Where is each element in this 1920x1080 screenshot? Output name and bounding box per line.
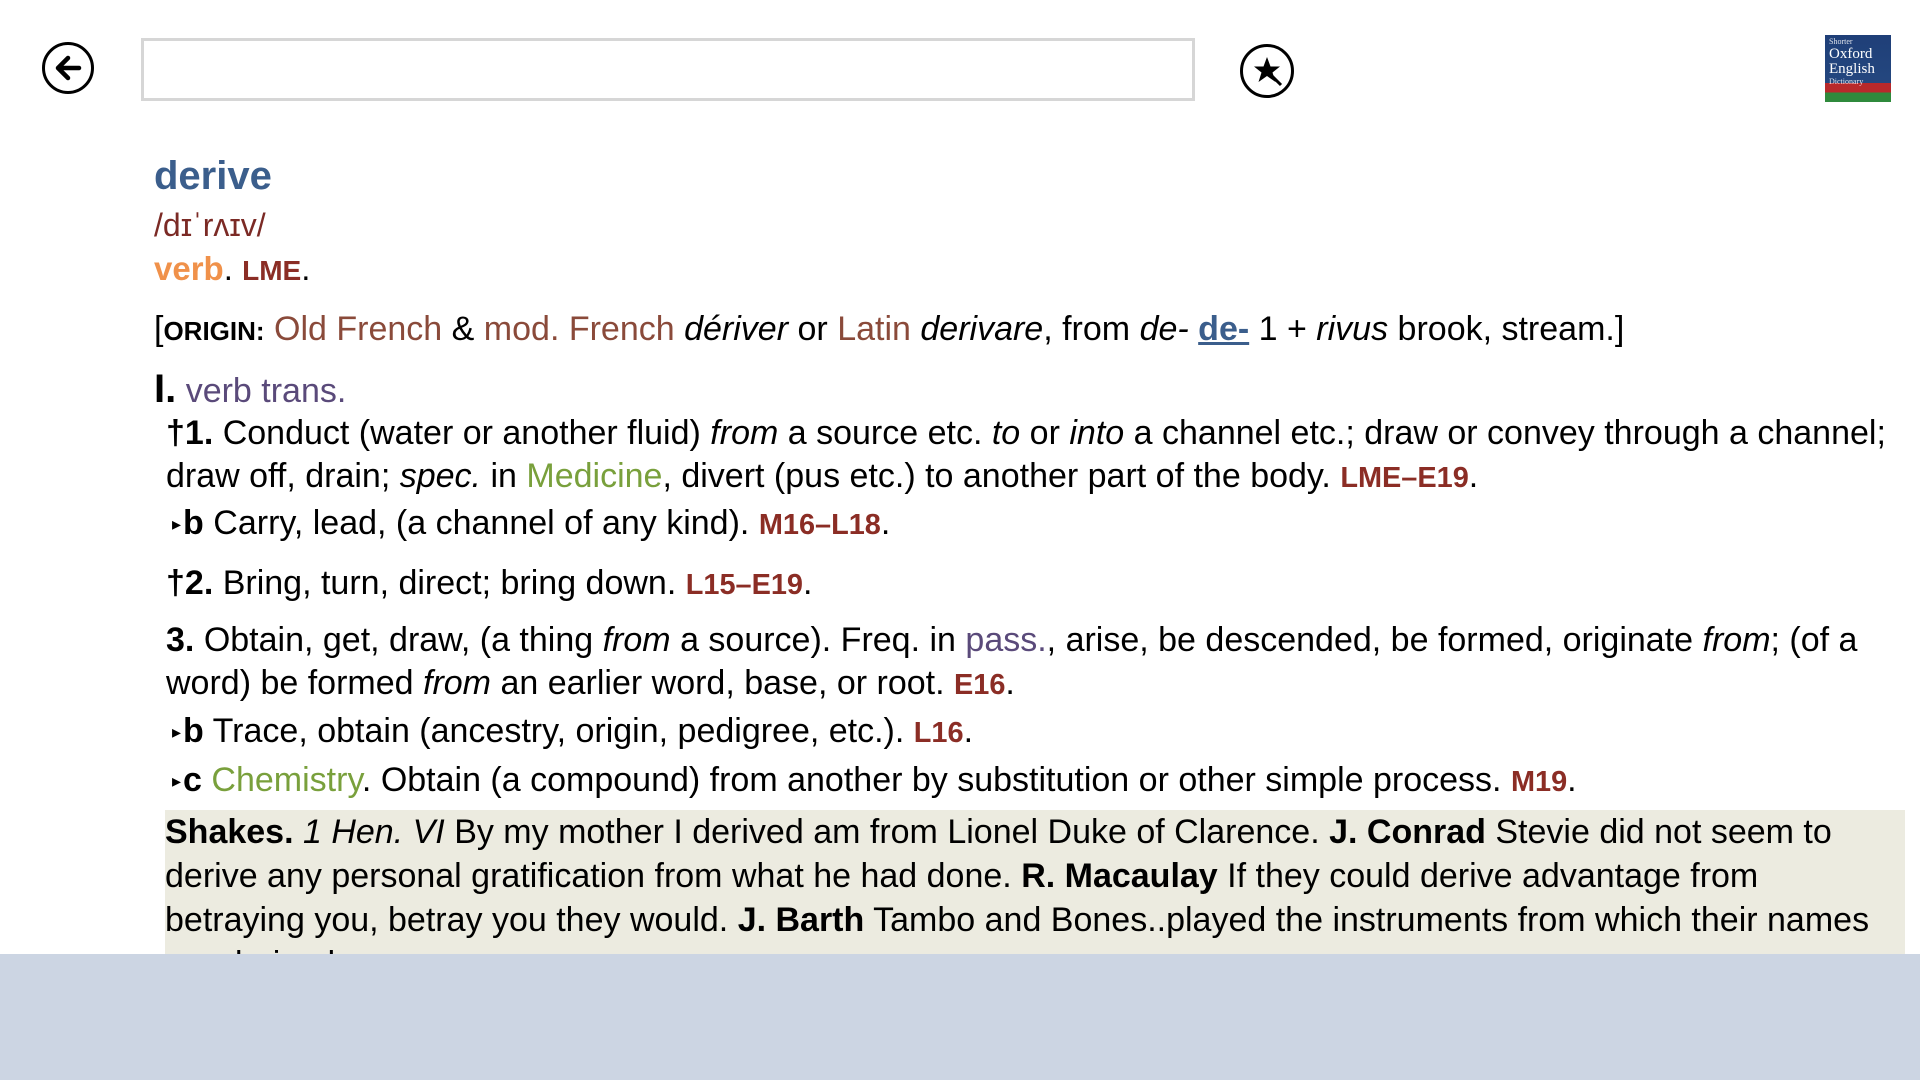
subject-label[interactable]: Chemistry (211, 761, 362, 799)
expand-triangle-icon[interactable]: ▸ (172, 722, 181, 742)
sense-1b: ▸b Carry, lead, (a channel of any kind).… (172, 504, 891, 542)
quote-author: J. Barth (737, 901, 865, 939)
origin-lang-2: mod. French (483, 310, 675, 348)
origin-label: ORIGIN: (163, 316, 265, 346)
sense-italic: spec. (399, 457, 481, 495)
origin-word-4: rivus (1316, 310, 1389, 348)
sense-3: 3. Obtain, get, draw, (a thing from a so… (166, 621, 1858, 702)
sense-italic: from (423, 664, 491, 702)
origin-or: or (797, 310, 828, 348)
sense-italic: to (991, 414, 1021, 452)
toolbar: Shorter Oxford English Dictionary (0, 0, 1920, 120)
pronunciation: /dɪˈrʌɪv/ (154, 207, 266, 243)
part-of-speech: verb (154, 250, 224, 287)
origin-from: , from (1043, 310, 1131, 348)
sub-letter: c (183, 761, 202, 799)
expand-triangle-icon[interactable]: ▸ (172, 771, 181, 791)
sense-text: or (1029, 414, 1060, 452)
sense-date: LME–E19 (1340, 462, 1469, 494)
etymology: [ORIGIN: Old French & mod. French dérive… (154, 310, 1625, 348)
quotations-panel: Shakes. 1 Hen. VI By my mother I derived… (165, 810, 1905, 955)
sense-text: Obtain, get, draw, (a thing (203, 621, 594, 659)
headword: derive (154, 154, 272, 198)
logo-line1: Shorter (1829, 37, 1853, 46)
logo-line2: Oxford (1829, 46, 1873, 62)
quotations-text: Shakes. 1 Hen. VI By my mother I derived… (165, 810, 1905, 955)
origin-gloss: brook, stream.] (1397, 310, 1625, 348)
sense-italic: into (1069, 414, 1125, 452)
quote-work: 1 Hen. VI (302, 813, 445, 851)
sense-text: Bring, turn, direct; bring down. (222, 564, 677, 602)
sense-text: , divert (pus etc.) to another part of t… (662, 457, 1331, 495)
back-arrow-icon (55, 55, 82, 81)
section-numeral: I. (154, 367, 177, 411)
sense-3c: ▸c Chemistry. Obtain (a compound) from a… (172, 761, 1577, 799)
origin-word-1: dériver (684, 310, 789, 348)
quote-text: By my mother I derived am from Lionel Du… (454, 813, 1320, 851)
origin-word-2: derivare (920, 310, 1044, 348)
star-bookmark-icon (1254, 57, 1283, 87)
sense-text: a source). Freq. in (680, 621, 956, 659)
app-bar-footer (0, 954, 1920, 1080)
pass-link[interactable]: pass. (965, 621, 1046, 659)
subject-label[interactable]: Medicine (526, 457, 662, 495)
sense-1: †1. Conduct (water or another fluid) fro… (166, 414, 1886, 495)
quote-author: Shakes. (165, 813, 294, 851)
sense-italic: from (1702, 621, 1771, 659)
sense-italic: from (710, 414, 779, 452)
origin-num: 1 + (1258, 310, 1307, 348)
sense-text: . Obtain (a compound) from another by su… (361, 761, 1502, 799)
sense-text: , arise, be descended, be formed, origin… (1046, 621, 1694, 659)
favorites-button[interactable] (1240, 44, 1294, 98)
sense-date: M16–L18 (758, 509, 881, 541)
origin-lang-1: Old French (274, 310, 443, 348)
sense-3b: ▸b Trace, obtain (ancestry, origin, pedi… (172, 712, 974, 750)
sense-date: L15–E19 (685, 569, 803, 601)
sense-date: E16 (954, 669, 1006, 701)
sense-text: a source etc. (787, 414, 983, 452)
sense-text: in (490, 457, 517, 495)
oxford-dictionary-logo[interactable]: Shorter Oxford English Dictionary (1825, 35, 1891, 102)
sense-italic: from (602, 621, 671, 659)
search-input[interactable] (141, 38, 1195, 101)
part-of-speech-line: verb. LME. (154, 250, 311, 287)
cross-reference-link[interactable]: de- (1198, 310, 1249, 348)
sense-text: an earlier word, base, or root. (500, 664, 945, 702)
section-label: verb trans. (185, 372, 347, 410)
pos-date: LME (242, 255, 302, 286)
back-button[interactable] (42, 42, 94, 94)
origin-lang-3: Latin (837, 310, 911, 348)
logo-line4: Dictionary (1829, 77, 1864, 86)
sense-number: 3. (166, 621, 195, 659)
origin-amp: & (451, 310, 475, 348)
section-heading: I. verb trans. (154, 367, 346, 412)
sub-letter: b (183, 504, 204, 542)
sense-number: †1. (166, 414, 214, 452)
sub-letter: b (183, 712, 204, 750)
sense-2: †2. Bring, turn, direct; bring down. L15… (166, 564, 813, 602)
expand-triangle-icon[interactable]: ▸ (172, 514, 181, 534)
quote-author: J. Conrad (1329, 813, 1486, 851)
origin-word-3: de- (1139, 310, 1189, 348)
sense-date: L16 (913, 717, 964, 749)
logo-line3: English (1829, 61, 1875, 77)
sense-text: Carry, lead, (a channel of any kind). (213, 504, 750, 542)
sense-date: M19 (1510, 766, 1568, 798)
quote-author: R. Macaulay (1021, 857, 1218, 895)
sense-text: Conduct (water or another fluid) (222, 414, 701, 452)
sense-text: Trace, obtain (ancestry, origin, pedigre… (212, 712, 905, 750)
sense-number: †2. (166, 564, 214, 602)
